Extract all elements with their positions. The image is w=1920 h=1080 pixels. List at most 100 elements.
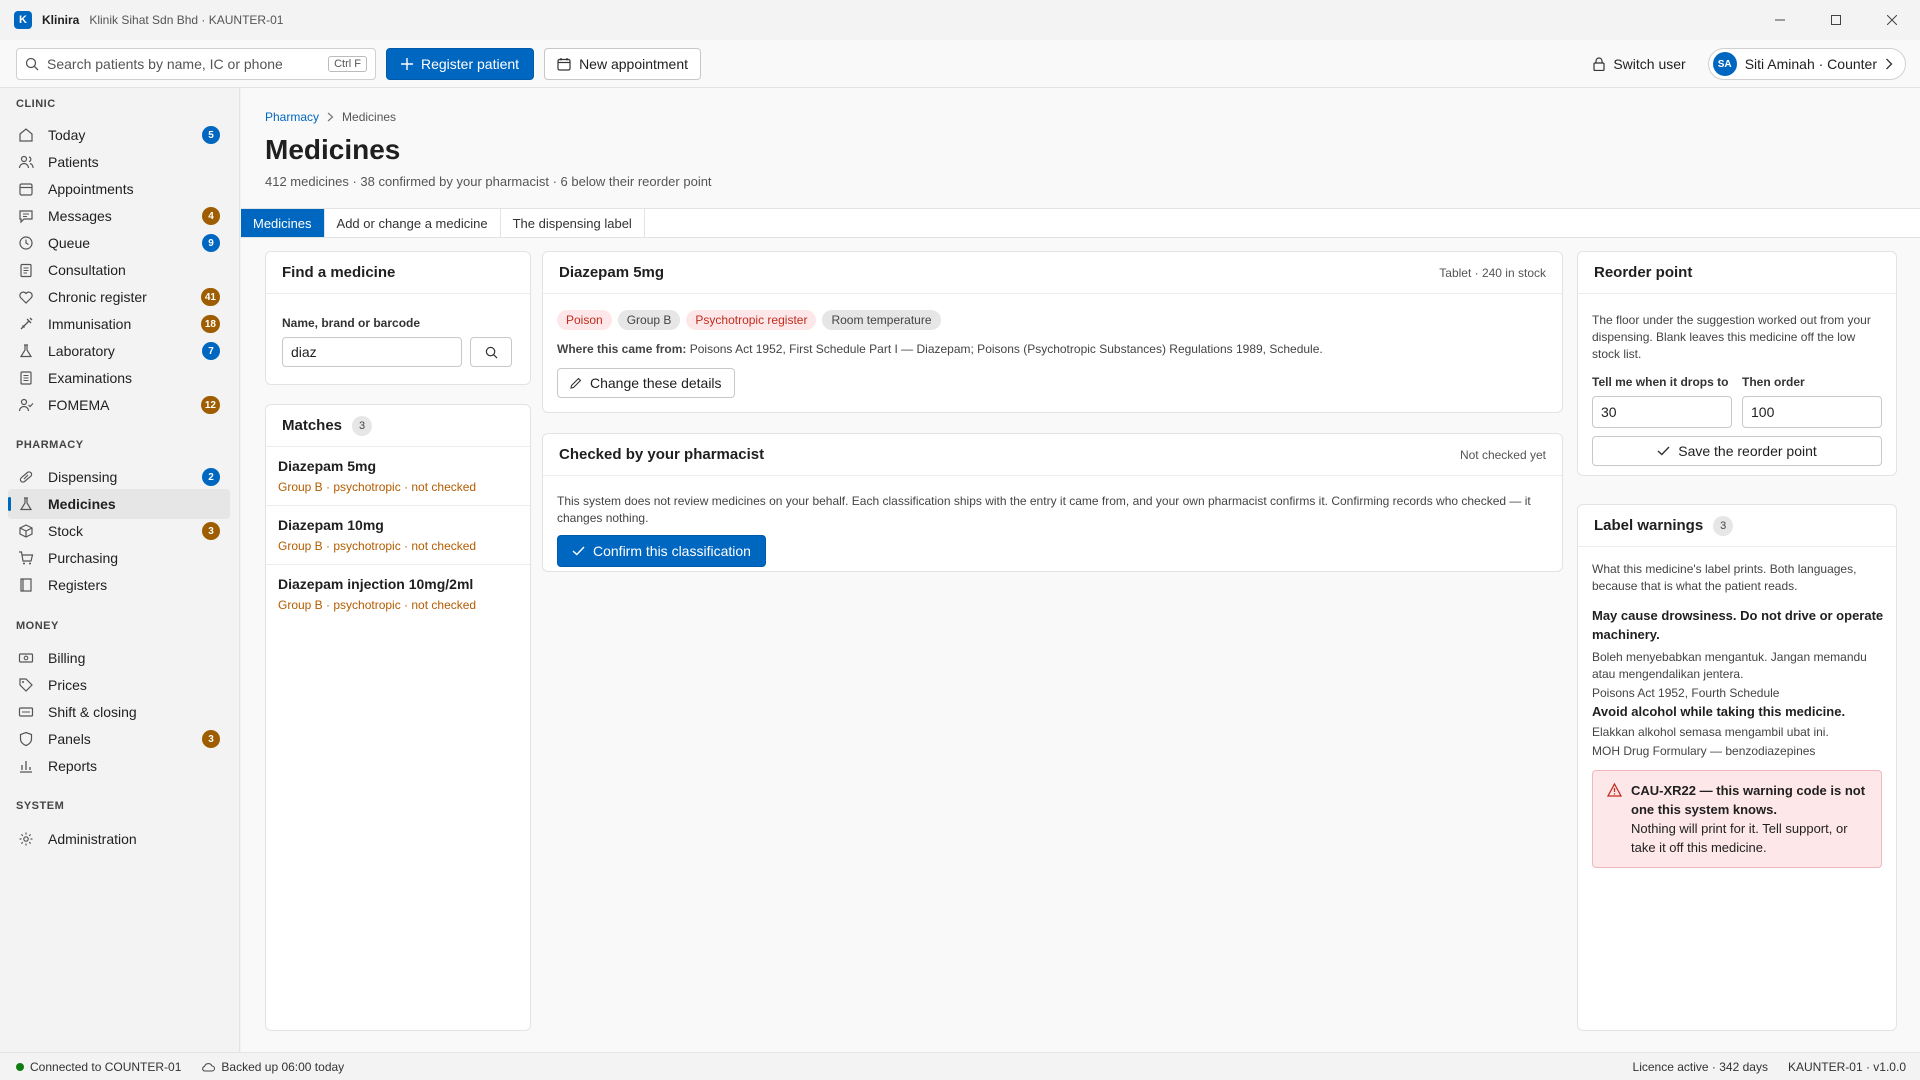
source-line: Where this came from: Poisons Act 1952, … — [557, 342, 1323, 356]
sidebar-item-immunisation[interactable]: Immunisation 18 — [8, 309, 230, 339]
patient-search-input[interactable] — [47, 55, 329, 72]
sidebar-item-label: Patients — [48, 154, 99, 170]
sidebar-item-label: Billing — [48, 650, 86, 666]
sidebar-item-stock[interactable]: Stock 3 — [8, 516, 230, 546]
register-patient-label: Register patient — [421, 55, 520, 72]
user-menu[interactable]: SA Siti Aminah · Counter — [1707, 48, 1906, 80]
sidebar-item-messages[interactable]: Messages 4 — [8, 201, 230, 231]
breadcrumb-current: Medicines — [342, 110, 397, 124]
order-quantity-input[interactable] — [1742, 396, 1882, 428]
match-item[interactable]: Diazepam 5mg Group B · psychotropic · no… — [266, 448, 530, 506]
sidebar-item-queue[interactable]: Queue 9 — [8, 228, 230, 258]
reorder-title: Reorder point — [1578, 252, 1896, 294]
sidebar-item-shift-closing[interactable]: Shift & closing — [8, 697, 230, 727]
change-details-label: Change these details — [590, 375, 722, 391]
pill-psychotropic: Psychotropic register — [686, 310, 817, 330]
person-check-icon — [18, 397, 34, 413]
tab-medicines[interactable]: Medicines — [241, 209, 325, 237]
alert-title: CAU-XR22 — this warning code is not one … — [1631, 783, 1866, 817]
tag-icon — [18, 677, 34, 693]
close-icon[interactable] — [1864, 0, 1920, 40]
home-icon — [18, 127, 34, 143]
sidebar-item-dispensing[interactable]: Dispensing 2 — [8, 462, 230, 492]
connection-dot — [16, 1062, 24, 1071]
medicine-detail-card: Diazepam 5mg Tablet · 240 in stock Poiso… — [542, 251, 1563, 413]
sidebar-item-panels[interactable]: Panels 3 — [8, 724, 230, 754]
licence-status: Licence active · 342 days — [1632, 1059, 1768, 1074]
sidebar-item-today[interactable]: Today 5 — [8, 120, 230, 150]
search-shortcut: Ctrl F — [328, 55, 367, 72]
gear-icon — [18, 831, 34, 847]
sidebar-item-appointments[interactable]: Appointments — [8, 174, 230, 204]
sidebar-item-purchasing[interactable]: Purchasing — [8, 543, 230, 573]
new-appointment-label: New appointment — [579, 55, 689, 72]
box-icon — [18, 523, 34, 539]
tab-add-or-change[interactable]: Add or change a medicine — [325, 209, 501, 237]
chevron-right-icon — [327, 112, 334, 122]
book-icon — [18, 577, 34, 593]
search-button[interactable] — [470, 337, 512, 367]
pharmacist-card: Checked by your pharmacist Not checked y… — [542, 433, 1563, 572]
warning-english: Avoid alcohol while taking this medicine… — [1592, 704, 1846, 719]
breadcrumb-pharmacy[interactable]: Pharmacy — [265, 110, 319, 124]
count-badge: 2 — [202, 468, 220, 486]
minimize-icon[interactable] — [1752, 0, 1808, 40]
sidebar-item-label: Examinations — [48, 370, 133, 386]
medicine-search-input[interactable] — [282, 337, 462, 367]
sidebar-item-label: Today — [48, 127, 86, 143]
match-item[interactable]: Diazepam injection 10mg/2ml Group B · ps… — [266, 566, 530, 624]
tab-dispensing-label[interactable]: The dispensing label — [501, 209, 645, 237]
warning-english: May cause drowsiness. Do not drive or op… — [1592, 608, 1884, 642]
match-item[interactable]: Diazepam 10mg Group B · psychotropic · n… — [266, 507, 530, 565]
register-patient-button[interactable]: Register patient — [386, 47, 535, 80]
app-name: Klinira — [42, 13, 80, 27]
pharmacist-status: Not checked yet — [1459, 447, 1546, 462]
sidebar-item-prices[interactable]: Prices — [8, 670, 230, 700]
sidebar-item-medicines[interactable]: Medicines — [8, 489, 230, 519]
connection-status: Connected to COUNTER-01 — [30, 1059, 182, 1074]
check-icon — [1657, 446, 1670, 456]
tab-bar: Medicines Add or change a medicine The d… — [241, 208, 1920, 238]
sidebar-item-reports[interactable]: Reports — [8, 751, 230, 781]
confirm-classification-label: Confirm this classification — [593, 543, 751, 559]
count-badge: 9 — [202, 234, 220, 252]
sidebar-item-chronic-register[interactable]: Chronic register 41 — [8, 282, 230, 312]
sidebar-item-label: Panels — [48, 731, 91, 747]
title-bar: K Klinira Klinik Sihat Sdn Bhd · KAUNTER… — [0, 0, 1920, 40]
version-label: KAUNTER-01 · v1.0.0 — [1787, 1059, 1906, 1074]
sidebar-item-fomema[interactable]: FOMEMA 12 — [8, 390, 230, 420]
sidebar-item-label: Chronic register — [48, 289, 147, 305]
sidebar-item-registers[interactable]: Registers — [8, 570, 230, 600]
new-appointment-button[interactable]: New appointment — [544, 47, 702, 80]
search-icon — [25, 57, 39, 70]
patient-search[interactable]: Ctrl F — [16, 47, 376, 80]
matches-title: Matches — [282, 417, 343, 434]
change-details-button[interactable]: Change these details — [557, 368, 735, 398]
drop-to-input[interactable] — [1592, 396, 1732, 428]
sidebar-item-label: Administration — [48, 831, 137, 847]
sidebar-item-administration[interactable]: Administration — [8, 824, 230, 854]
sidebar-item-label: Shift & closing — [48, 704, 137, 720]
matches-count: 3 — [352, 415, 373, 436]
pill-poison: Poison — [557, 310, 612, 330]
switch-user-button[interactable]: Switch user — [1583, 48, 1695, 80]
warning-item: Avoid alcohol while taking this medicine… — [1592, 702, 1884, 760]
cash-icon — [18, 704, 34, 720]
alert-body: Nothing will print for it. Tell support,… — [1631, 821, 1848, 855]
sidebar-item-consultation[interactable]: Consultation — [8, 255, 230, 285]
warning-item: May cause drowsiness. Do not drive or op… — [1592, 606, 1884, 702]
confirm-classification-button[interactable]: Confirm this classification — [557, 535, 766, 567]
save-reorder-button[interactable]: Save the reorder point — [1592, 436, 1882, 466]
drop-label: Tell me when it drops to — [1592, 375, 1729, 389]
sidebar-item-patients[interactable]: Patients — [8, 147, 230, 177]
sidebar-item-label: Consultation — [48, 262, 126, 278]
maximize-icon[interactable] — [1808, 0, 1864, 40]
sidebar-item-billing[interactable]: Billing — [8, 643, 230, 673]
nav-section-title: MONEY — [16, 620, 59, 632]
medicine-meta: Tablet · 240 in stock — [1439, 265, 1546, 280]
sidebar-item-laboratory[interactable]: Laboratory 7 — [8, 336, 230, 366]
count-badge: 12 — [200, 396, 220, 414]
count-badge: 18 — [200, 315, 220, 333]
find-medicine-title: Find a medicine — [266, 252, 530, 294]
sidebar-item-examinations[interactable]: Examinations — [8, 363, 230, 393]
